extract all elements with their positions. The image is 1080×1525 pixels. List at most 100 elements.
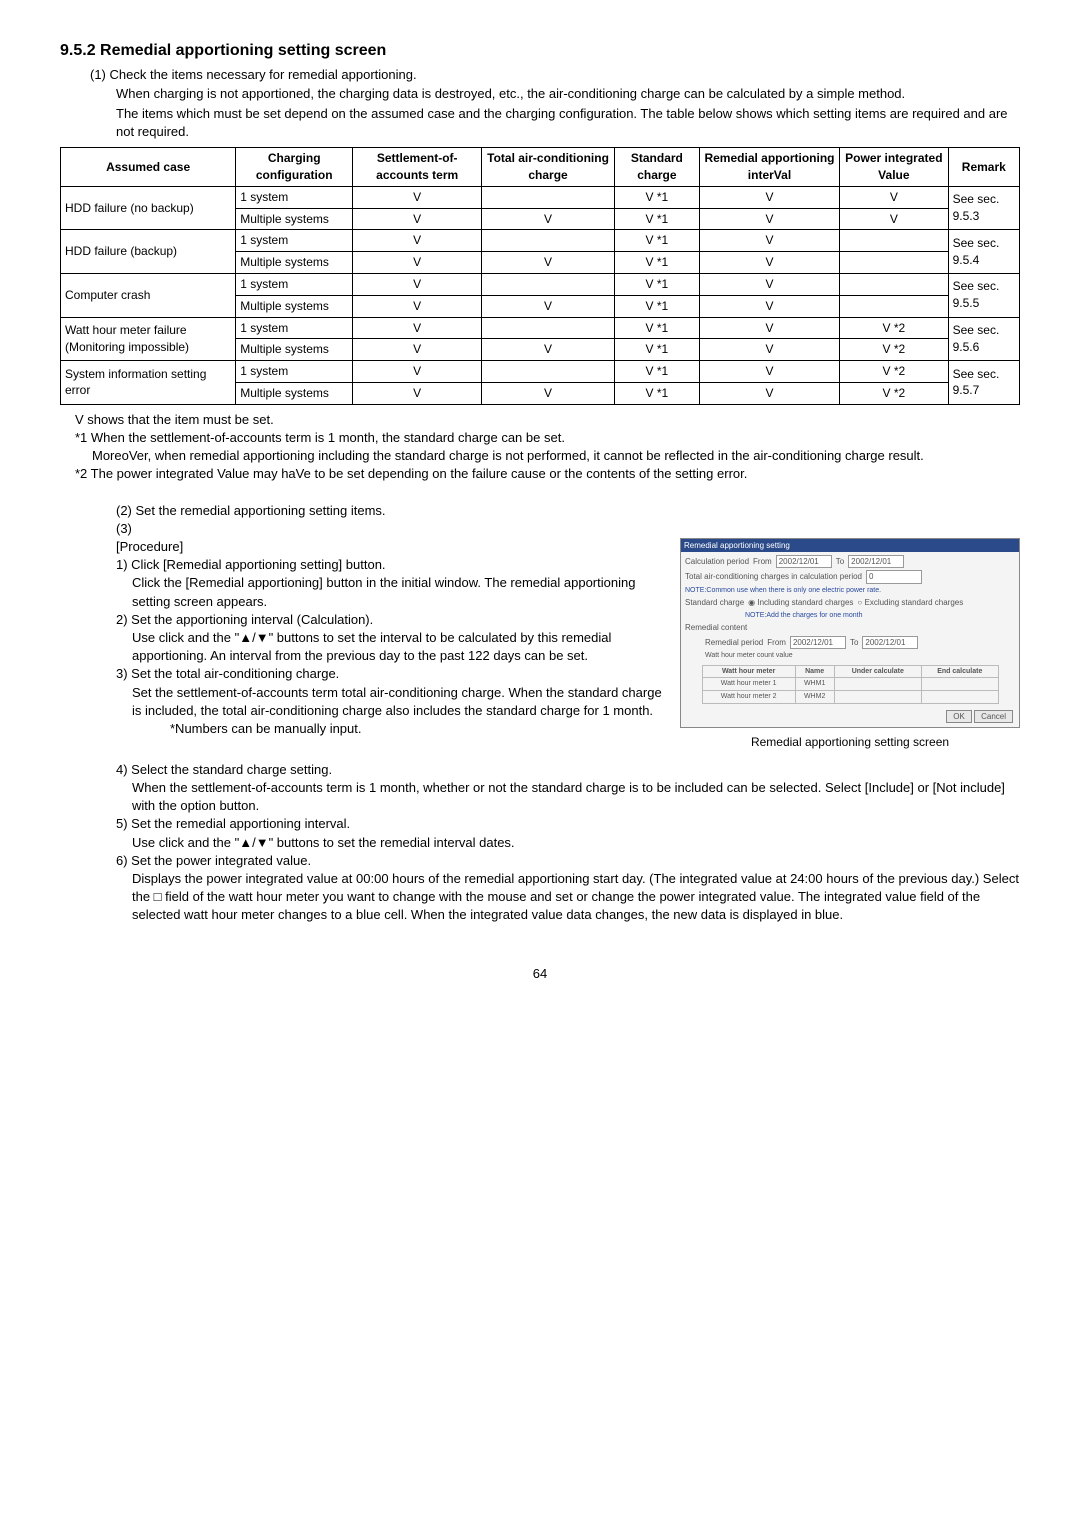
whm-th4: End calculate — [922, 665, 998, 678]
screenshot-caption: Remedial apportioning setting screen — [680, 734, 1020, 751]
intro-para-2: The items which must be set depend on th… — [116, 105, 1020, 141]
table-row: Computer crash1 systemVV *1VSee sec. 9.5… — [61, 273, 1020, 295]
value-cell: V — [699, 252, 839, 274]
value-cell: V — [699, 295, 839, 317]
case-cell: HDD failure (no backup) — [61, 186, 236, 230]
value-cell: V — [699, 273, 839, 295]
value-cell: V *2 — [840, 382, 948, 404]
opt-exclude-label: Excluding standard charges — [864, 598, 963, 607]
opt-include-label: Including standard charges — [757, 598, 853, 607]
value-cell: V — [840, 208, 948, 230]
table-row[interactable]: Watt hour meter 1 WHM1 — [702, 678, 998, 691]
config-cell: Multiple systems — [236, 339, 353, 361]
value-cell: V *2 — [840, 361, 948, 383]
th-remark: Remark — [948, 148, 1019, 187]
table-row[interactable]: Watt hour meter 2 WHM2 — [702, 691, 998, 704]
proc-step-5-heading: 5) Set the remedial apportioning interva… — [116, 815, 1020, 833]
whm-cell[interactable] — [834, 678, 922, 691]
table-row: HDD failure (no backup)1 systemVV *1VVSe… — [61, 186, 1020, 208]
value-cell: V — [353, 208, 482, 230]
th-power-value: Power integrated Value — [840, 148, 948, 187]
value-cell: V *2 — [840, 339, 948, 361]
config-cell: Multiple systems — [236, 208, 353, 230]
value-cell: V — [482, 382, 615, 404]
value-cell — [840, 295, 948, 317]
ok-button[interactable]: OK — [946, 710, 972, 723]
proc-step-6-body: Displays the power integrated value at 0… — [132, 870, 1020, 925]
value-cell: V — [482, 339, 615, 361]
value-cell: V — [699, 208, 839, 230]
std-charge-note: NOTE:Add the charges for one month — [745, 611, 1015, 621]
case-cell: Computer crash — [61, 273, 236, 317]
value-cell: V — [353, 382, 482, 404]
config-cell: 1 system — [236, 361, 353, 383]
settings-table: Assumed case Charging configuration Sett… — [60, 147, 1020, 405]
value-cell: V — [482, 295, 615, 317]
whm-cell[interactable] — [834, 691, 922, 704]
screenshot-box: Remedial apportioning setting Calculatio… — [680, 538, 1020, 728]
value-cell: V — [353, 273, 482, 295]
remark-cell: See sec. 9.5.6 — [948, 317, 1019, 361]
to-date-input[interactable]: 2002/12/01 — [848, 555, 904, 568]
value-cell: V *1 — [614, 382, 699, 404]
value-cell — [840, 273, 948, 295]
value-cell: V *1 — [614, 252, 699, 274]
value-cell: V — [353, 317, 482, 339]
intro-item: (1) Check the items necessary for remedi… — [90, 66, 1020, 84]
cancel-button[interactable]: Cancel — [974, 710, 1013, 723]
value-cell: V *1 — [614, 273, 699, 295]
table-row: Watt hour meter failure (Monitoring impo… — [61, 317, 1020, 339]
whm-r1a: Watt hour meter 1 — [702, 678, 795, 691]
remedial-from-input[interactable]: 2002/12/01 — [790, 636, 846, 649]
from-label: From — [753, 556, 772, 567]
th-settlement-term: Settlement-of-accounts term — [353, 148, 482, 187]
value-cell: V *1 — [614, 339, 699, 361]
whm-th3: Under calculate — [834, 665, 922, 678]
config-cell: 1 system — [236, 186, 353, 208]
table-row: System information setting error1 system… — [61, 361, 1020, 383]
th-total-charge: Total air-conditioning charge — [482, 148, 615, 187]
table-row: HDD failure (backup)1 systemVV *1VSee se… — [61, 230, 1020, 252]
whm-label: Watt hour meter count value — [705, 651, 1015, 661]
whm-table: Watt hour meter Name Under calculate End… — [702, 665, 999, 704]
remedial-to-input[interactable]: 2002/12/01 — [862, 636, 918, 649]
intro-para-1: When charging is not apportioned, the ch… — [116, 85, 1020, 103]
radio-include[interactable]: ◉ Including standard charges — [748, 597, 853, 608]
value-cell: V *2 — [840, 317, 948, 339]
remark-cell: See sec. 9.5.3 — [948, 186, 1019, 230]
config-cell: Multiple systems — [236, 295, 353, 317]
value-cell: V — [353, 252, 482, 274]
page-number: 64 — [60, 965, 1020, 983]
from-date-input[interactable]: 2002/12/01 — [776, 555, 832, 568]
config-cell: 1 system — [236, 317, 353, 339]
radio-exclude[interactable]: ○ Excluding standard charges — [857, 597, 963, 608]
whm-r1b: WHM1 — [795, 678, 834, 691]
screenshot-wrap: Remedial apportioning setting Calculatio… — [680, 538, 1020, 751]
value-cell: V — [353, 339, 482, 361]
value-cell: V *1 — [614, 361, 699, 383]
total-charge-input[interactable]: 0 — [866, 570, 922, 583]
whm-cell[interactable] — [922, 691, 998, 704]
proc-step-4-heading: 4) Select the standard charge setting. — [116, 761, 1020, 779]
value-cell: V — [699, 361, 839, 383]
value-cell: V *1 — [614, 230, 699, 252]
whm-th2: Name — [795, 665, 834, 678]
whm-th1: Watt hour meter — [702, 665, 795, 678]
to-label: To — [836, 556, 844, 567]
whm-cell[interactable] — [922, 678, 998, 691]
value-cell: V *1 — [614, 208, 699, 230]
step-2: (2) Set the remedial apportioning settin… — [116, 502, 1020, 520]
footnote-1a: *1 When the settlement-of-accounts term … — [75, 429, 1020, 447]
proc-step-5-body: Use click and the "▲/▼" buttons to set t… — [132, 834, 1020, 852]
whm-r2b: WHM2 — [795, 691, 834, 704]
th-standard-charge: Standard charge — [614, 148, 699, 187]
config-cell: 1 system — [236, 230, 353, 252]
whm-r2a: Watt hour meter 2 — [702, 691, 795, 704]
remark-cell: See sec. 9.5.4 — [948, 230, 1019, 274]
screenshot-titlebar: Remedial apportioning setting — [681, 539, 1019, 552]
calc-period-label: Calculation period — [685, 556, 749, 567]
to-label-2: To — [850, 637, 858, 648]
value-cell — [840, 252, 948, 274]
config-cell: 1 system — [236, 273, 353, 295]
value-cell: V *1 — [614, 317, 699, 339]
